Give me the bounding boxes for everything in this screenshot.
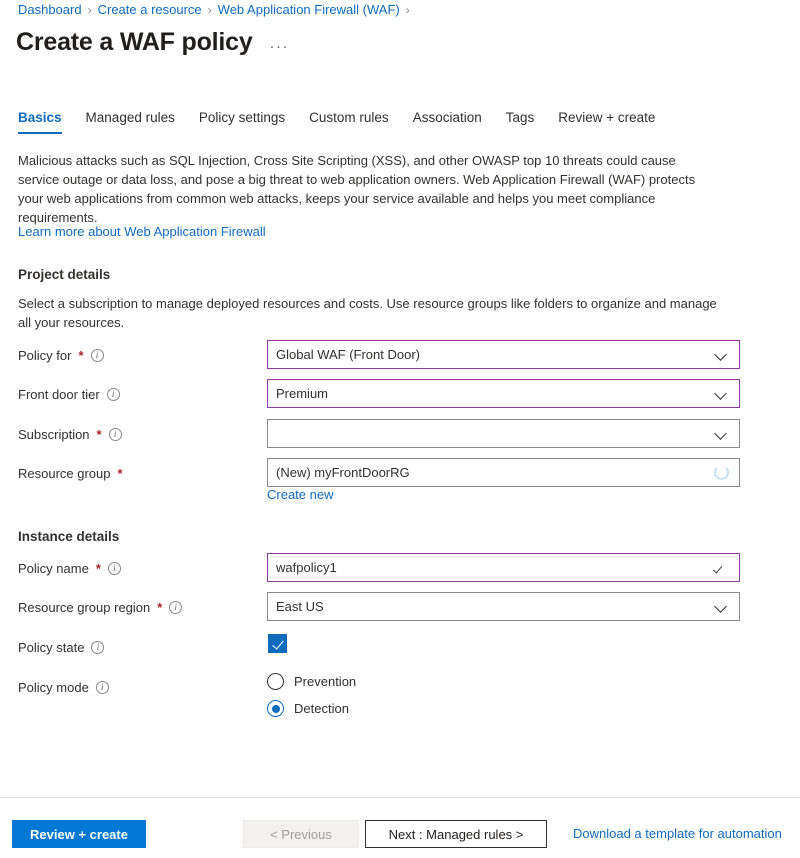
chevron-down-icon [715,348,729,362]
required-marker-subscription: * [97,428,102,441]
form-row-resource-group-region: Resource group region * i East US [0,592,800,622]
chevron-down-icon [715,387,729,401]
info-icon-policy-state[interactable]: i [91,641,104,654]
form-row-resource-group: Resource group * (New) myFrontDoorRG [0,458,800,488]
label-policy-state-text: Policy state [18,640,84,655]
label-resource-group-region: Resource group region * i [18,592,182,622]
intro-paragraph: Malicious attacks such as SQL Injection,… [18,151,718,227]
resource-group-dropdown[interactable]: (New) myFrontDoorRG [267,458,740,487]
tab-managed-rules[interactable]: Managed rules [86,110,175,134]
radio-button-selected-icon [267,700,284,717]
review-create-button[interactable]: Review + create [12,820,146,848]
create-new-resource-group-link[interactable]: Create new [267,487,333,502]
label-subscription: Subscription * i [18,419,122,449]
radio-policy-mode-detection[interactable]: Detection [267,700,349,717]
required-marker-resource-group: * [118,467,123,480]
breadcrumb-separator-3: › [406,3,410,17]
tab-custom-rules[interactable]: Custom rules [309,110,389,134]
info-icon-policy-mode[interactable]: i [96,681,109,694]
info-icon-policy-for[interactable]: i [91,349,104,362]
label-policy-state: Policy state i [18,632,104,662]
form-row-policy-for: Policy for * i Global WAF (Front Door) [0,340,800,370]
subscription-dropdown[interactable] [267,419,740,448]
form-row-subscription: Subscription * i [0,419,800,449]
label-policy-mode: Policy mode i [18,672,109,702]
form-row-policy-mode: Policy mode i [0,672,800,702]
info-icon-policy-name[interactable]: i [108,562,121,575]
resource-group-region-value: East US [276,599,715,614]
checkmark-valid-icon [713,561,729,575]
learn-more-link[interactable]: Learn more about Web Application Firewal… [18,224,266,239]
label-front-door-tier: Front door tier i [18,379,120,409]
tab-basics[interactable]: Basics [18,110,62,134]
tab-association[interactable]: Association [413,110,482,134]
breadcrumb-item-dashboard[interactable]: Dashboard [18,2,82,17]
title-row: Create a WAF policy ··· [16,28,292,57]
policy-name-value: wafpolicy1 [276,560,713,575]
form-row-front-door-tier: Front door tier i Premium [0,379,800,409]
label-front-door-tier-text: Front door tier [18,387,100,402]
front-door-tier-dropdown[interactable]: Premium [267,379,740,408]
info-icon-front-door-tier[interactable]: i [107,388,120,401]
label-policy-for: Policy for * i [18,340,104,370]
form-row-policy-name: Policy name * i wafpolicy1 [0,553,800,583]
tab-review-create[interactable]: Review + create [558,110,655,134]
radio-detection-label: Detection [294,701,349,716]
radio-policy-mode-prevention[interactable]: Prevention [267,673,356,690]
create-waf-policy-page: Dashboard › Create a resource › Web Appl… [0,0,800,858]
download-template-link[interactable]: Download a template for automation [573,826,782,841]
breadcrumb-item-web-application-firewall[interactable]: Web Application Firewall (WAF) [218,2,400,17]
label-policy-name: Policy name * i [18,553,121,583]
previous-button: < Previous [243,820,359,848]
page-title: Create a WAF policy [16,28,253,57]
label-policy-for-text: Policy for [18,348,71,363]
chevron-down-icon [715,600,729,614]
label-policy-name-text: Policy name [18,561,89,576]
wizard-tabs: Basics Managed rules Policy settings Cus… [18,110,655,134]
label-resource-group-text: Resource group [18,466,111,481]
tab-tags[interactable]: Tags [506,110,535,134]
project-details-heading: Project details [18,267,110,282]
breadcrumb: Dashboard › Create a resource › Web Appl… [18,2,410,17]
required-marker-policy-name: * [96,562,101,575]
loading-spinner-icon [714,465,729,480]
policy-state-checkbox[interactable] [268,634,287,653]
breadcrumb-separator-2: › [208,3,212,17]
policy-for-dropdown[interactable]: Global WAF (Front Door) [267,340,740,369]
next-managed-rules-button[interactable]: Next : Managed rules > [365,820,547,848]
project-details-description: Select a subscription to manage deployed… [18,294,730,332]
radio-button-icon [267,673,284,690]
instance-details-heading: Instance details [18,529,119,544]
required-marker-policy-for: * [78,349,83,362]
label-resource-group-region-text: Resource group region [18,600,150,615]
info-icon-subscription[interactable]: i [109,428,122,441]
label-subscription-text: Subscription [18,427,90,442]
footer-divider [0,797,800,798]
label-policy-mode-text: Policy mode [18,680,89,695]
chevron-down-icon [715,427,729,441]
resource-group-value: (New) myFrontDoorRG [276,465,714,480]
label-resource-group: Resource group * [18,458,123,488]
breadcrumb-item-create-a-resource[interactable]: Create a resource [98,2,202,17]
resource-group-region-dropdown[interactable]: East US [267,592,740,621]
form-row-policy-state: Policy state i [0,632,800,662]
policy-for-value: Global WAF (Front Door) [276,347,715,362]
policy-name-input[interactable]: wafpolicy1 [267,553,740,582]
required-marker-resource-group-region: * [157,601,162,614]
radio-prevention-label: Prevention [294,674,356,689]
front-door-tier-value: Premium [276,386,715,401]
more-options-icon[interactable]: ··· [267,36,293,57]
tab-policy-settings[interactable]: Policy settings [199,110,285,134]
breadcrumb-separator-1: › [88,3,92,17]
info-icon-resource-group-region[interactable]: i [169,601,182,614]
